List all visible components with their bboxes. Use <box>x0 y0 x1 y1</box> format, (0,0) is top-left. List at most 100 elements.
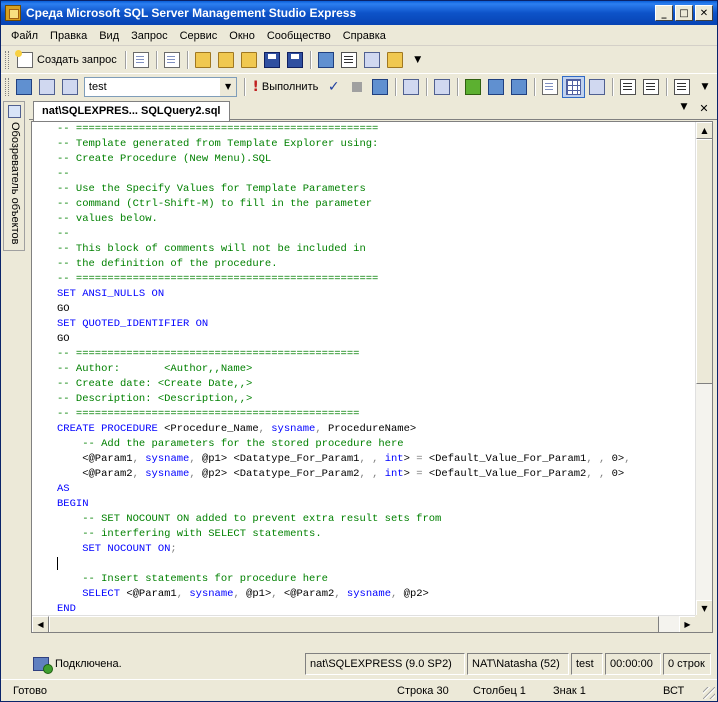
object-explorer-autohide-tab[interactable]: Обозреватель объектов <box>3 101 25 251</box>
indent-button[interactable] <box>671 76 693 98</box>
standard-toolbar: Создать запрос ▼ <box>1 47 717 73</box>
code-line: -- <box>57 167 697 182</box>
code-token: , , <box>359 468 385 480</box>
code-token: @p2> <Datatype_For_Param2 <box>201 468 360 480</box>
object-explorer-button[interactable] <box>338 49 360 71</box>
menu-edit[interactable]: Правка <box>44 27 93 45</box>
code-token: , <box>334 588 347 600</box>
execute-button[interactable]: ! Выполнить <box>249 76 322 98</box>
code-token: -- Create Procedure (New Menu).SQL <box>57 153 272 165</box>
results-to-text2-button[interactable] <box>586 76 608 98</box>
status-bar: Готово Строка 30 Столбец 1 Знак 1 ВСТ <box>1 679 717 701</box>
scroll-left-icon[interactable]: ◀ <box>32 616 49 632</box>
save-all-button[interactable] <box>284 49 306 71</box>
parse-button[interactable]: ✓ <box>323 76 345 98</box>
template-explorer-button[interactable] <box>361 49 383 71</box>
estimated-plan-icon <box>371 78 388 95</box>
code-token: BEGIN <box>57 498 89 510</box>
scroll-up-icon[interactable]: ▲ <box>696 122 712 139</box>
toolbar-grip[interactable] <box>5 77 9 96</box>
horizontal-scroll-thumb[interactable] <box>49 616 659 632</box>
indent-icon <box>674 78 690 95</box>
save-button[interactable] <box>261 49 283 71</box>
resize-grip[interactable] <box>703 687 715 699</box>
minimize-button[interactable]: _ <box>655 5 673 21</box>
toolbar-grip[interactable] <box>5 51 9 69</box>
database-select[interactable]: test ▼ <box>83 76 238 97</box>
estimated-plan-button[interactable] <box>369 76 391 98</box>
horizontal-scrollbar[interactable]: ◀ ▶ <box>32 615 696 632</box>
new-project-button[interactable] <box>161 49 183 71</box>
menu-tools[interactable]: Сервис <box>174 27 224 45</box>
uncomment-button[interactable] <box>640 76 662 98</box>
code-token: -- Create date: <Create Date,,> <box>57 378 253 390</box>
registered-servers-icon <box>317 52 334 68</box>
menu-window[interactable]: Окно <box>223 27 261 45</box>
comment-button[interactable] <box>617 76 639 98</box>
cancel-query-button[interactable] <box>346 76 368 98</box>
client-stats-button[interactable] <box>485 76 507 98</box>
code-token: -- =====================================… <box>57 123 379 135</box>
code-token: END <box>57 603 76 615</box>
code-line: -- =====================================… <box>57 347 697 362</box>
connect-button[interactable] <box>13 76 35 98</box>
toolbar-options-button[interactable]: ▼ <box>694 76 716 98</box>
code-token: SELECT <box>57 588 127 600</box>
code-token: -- values below. <box>57 213 158 225</box>
code-text[interactable]: -- =====================================… <box>57 122 697 632</box>
code-token: -- =====================================… <box>57 408 360 420</box>
title-bar[interactable]: Среда Microsoft SQL Server Management St… <box>1 1 717 25</box>
code-token: -- Use the Specify Values for Template P… <box>57 183 366 195</box>
new-file-button[interactable] <box>130 49 152 71</box>
query-designer-button[interactable] <box>400 76 422 98</box>
maximize-button[interactable]: □ <box>675 5 693 21</box>
results-to-text-icon <box>510 78 527 95</box>
tab-close-icon[interactable]: ✕ <box>697 102 711 115</box>
save-icon <box>263 52 280 68</box>
vertical-scroll-thumb[interactable] <box>696 139 712 384</box>
close-button[interactable]: ✕ <box>695 5 713 21</box>
tab-sqlquery2[interactable]: nat\SQLEXPRES... SQLQuery2.sql <box>33 101 230 121</box>
menu-file[interactable]: Файл <box>5 27 44 45</box>
open-file2-button[interactable] <box>238 49 260 71</box>
code-token: -- Add the parameters for the stored pro… <box>57 438 404 450</box>
results-to-grid-button[interactable] <box>561 75 585 98</box>
code-line: SELECT <@Param1, sysname, @p1>, <@Param2… <box>57 587 697 602</box>
open-file-button[interactable] <box>192 49 214 71</box>
code-token: SET ANSI_NULLS ON <box>57 288 165 300</box>
tab-dropdown-icon[interactable]: ▼ <box>677 102 691 112</box>
toolbar-options-button[interactable]: ▼ <box>407 49 429 71</box>
client-stats-icon <box>487 78 504 95</box>
scroll-right-icon[interactable]: ▶ <box>679 616 696 632</box>
intellisense-button[interactable] <box>431 76 453 98</box>
code-token: @p2> <box>403 588 429 600</box>
code-token: > <box>403 468 417 480</box>
menu-query[interactable]: Запрос <box>125 27 173 45</box>
properties-button[interactable] <box>384 49 406 71</box>
change-connection-button[interactable] <box>59 76 81 98</box>
code-token: 0> <box>611 453 625 465</box>
new-query-button[interactable]: Создать запрос <box>13 49 121 71</box>
toolbar-separator <box>309 51 312 69</box>
open-project-button[interactable] <box>215 49 237 71</box>
include-plan-button[interactable] <box>462 76 484 98</box>
menu-view[interactable]: Вид <box>93 27 125 45</box>
connected-icon <box>33 657 53 674</box>
code-token: , <box>189 468 202 480</box>
code-token: 0> <box>611 468 625 480</box>
menu-community[interactable]: Сообщество <box>261 27 337 45</box>
menu-help[interactable]: Справка <box>337 27 392 45</box>
results-to-text-button[interactable] <box>508 76 530 98</box>
code-token: -- command (Ctrl-Shift-M) to fill in the… <box>57 198 373 210</box>
database-select-value: test <box>88 80 107 93</box>
code-token: , , <box>586 468 612 480</box>
new-query-label: Создать запрос <box>37 54 117 66</box>
code-line: AS <box>57 482 697 497</box>
connection-status: Подключена. <box>29 653 303 675</box>
sql-editor[interactable]: -- =====================================… <box>31 121 713 633</box>
disconnect-button[interactable] <box>36 76 58 98</box>
vertical-scrollbar[interactable]: ▲ ▼ <box>695 122 712 617</box>
scroll-corner <box>695 615 712 632</box>
registered-servers-button[interactable] <box>315 49 337 71</box>
results-to-file-button[interactable] <box>539 76 561 98</box>
